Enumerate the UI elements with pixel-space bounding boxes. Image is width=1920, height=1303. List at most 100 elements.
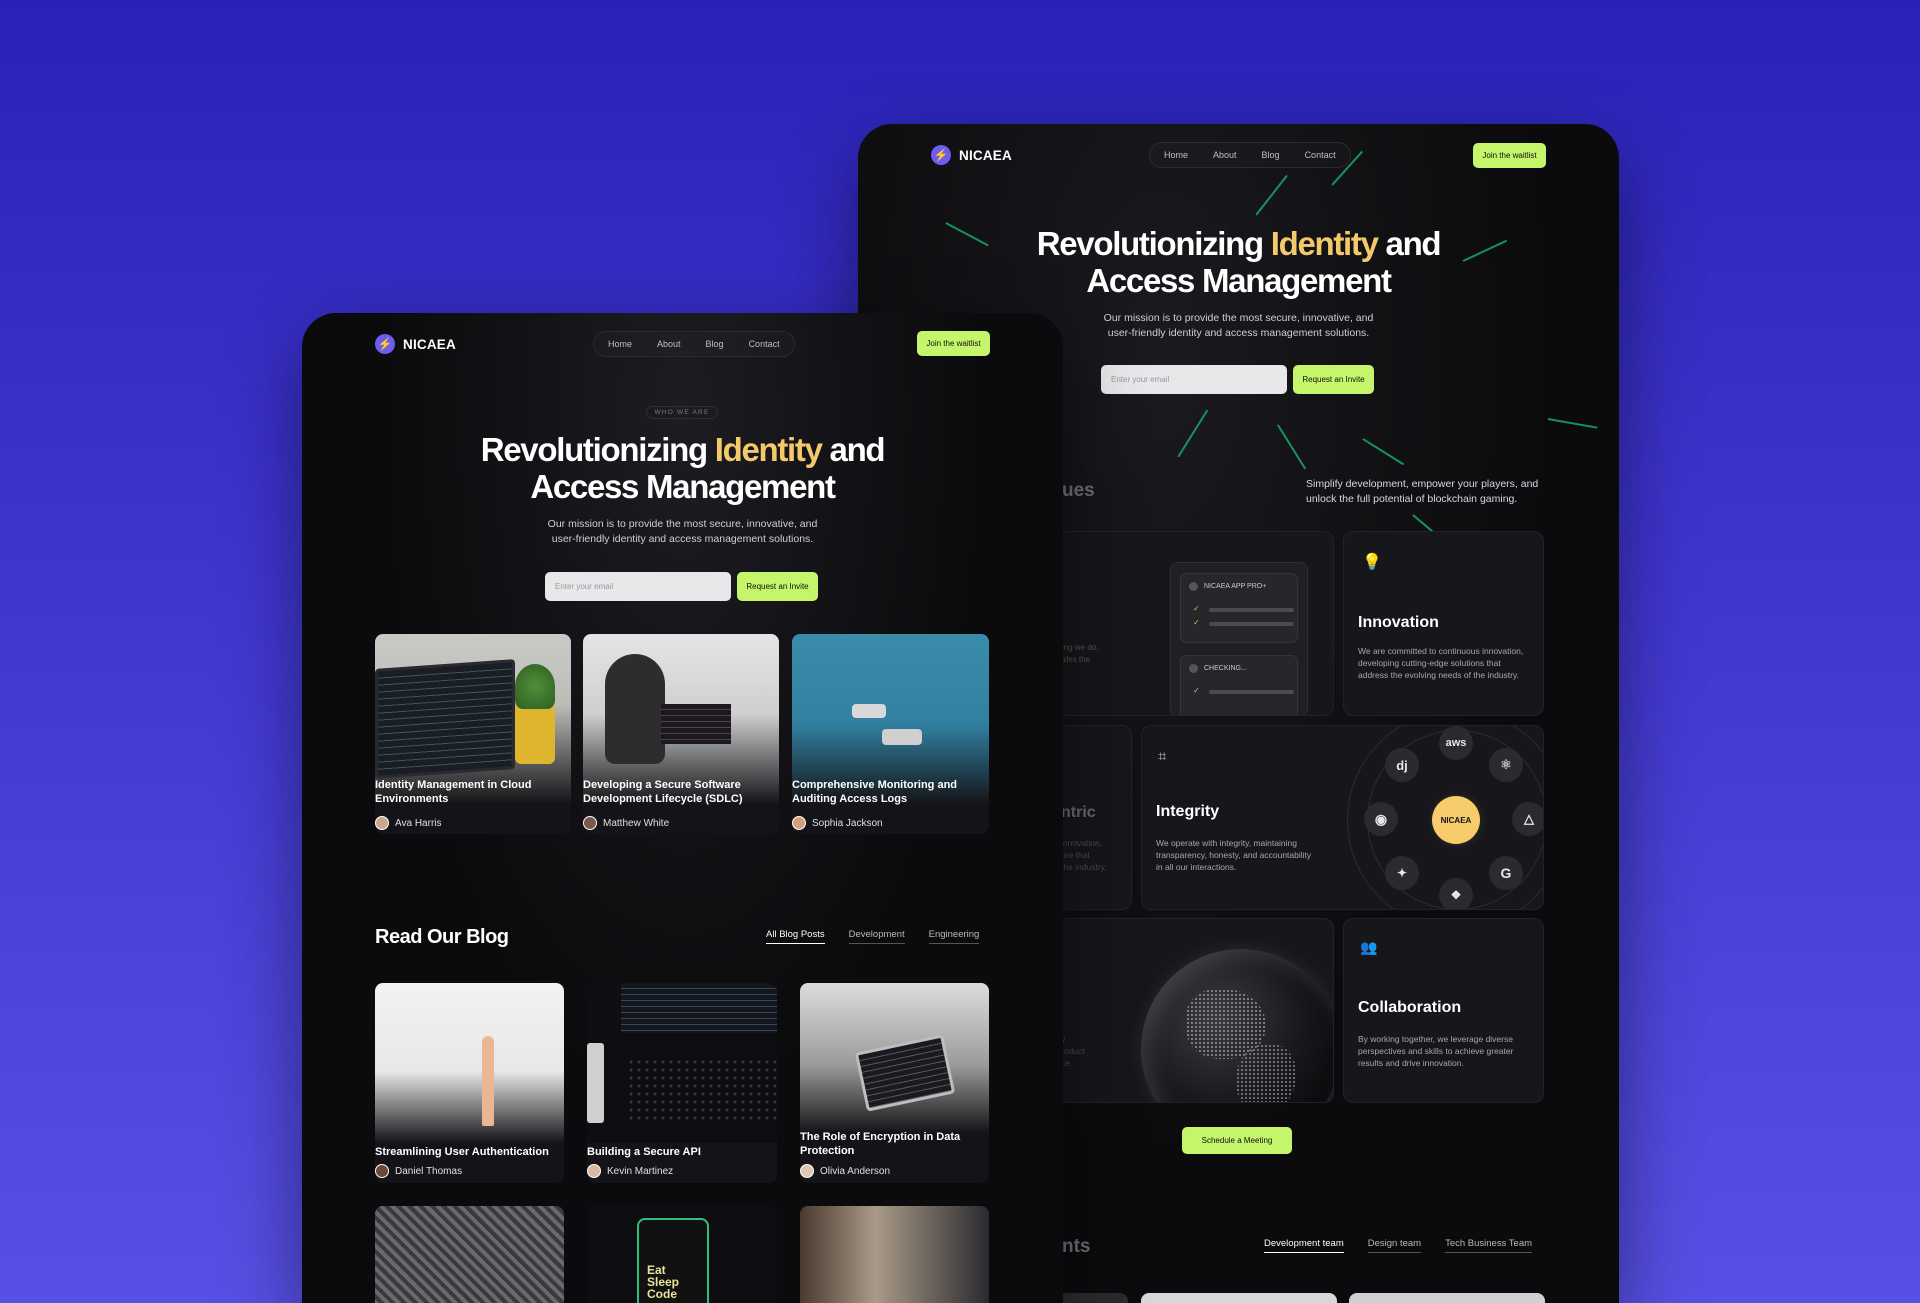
- post-title: Streamlining User Authentication: [375, 1146, 549, 1158]
- figma-icon: ❖: [1439, 878, 1473, 909]
- nav-home[interactable]: Home: [608, 339, 632, 349]
- checklist-block: CHECKING... ✓: [1180, 655, 1298, 715]
- post-author: Olivia Anderson: [800, 1164, 890, 1178]
- blog-heading: Read Our Blog: [375, 926, 509, 948]
- featured-post-card[interactable]: Comprehensive Monitoring and Auditing Acc…: [792, 634, 989, 834]
- partial-card-text: ing we do, ides the: [1062, 643, 1099, 664]
- email-input[interactable]: Enter your email: [1101, 365, 1287, 394]
- camera-image: [882, 729, 922, 745]
- nav-home[interactable]: Home: [1164, 150, 1188, 160]
- decor-ray: [1277, 424, 1307, 470]
- team-heading: nts: [1062, 1236, 1091, 1257]
- nav-about[interactable]: About: [1213, 150, 1237, 160]
- code-screen-image: [621, 983, 777, 1033]
- avatar: [375, 816, 389, 830]
- join-waitlist-button[interactable]: Join the waitlist: [1473, 143, 1546, 168]
- bolt-icon: ⚡: [375, 334, 395, 354]
- innovation-title: Innovation: [1358, 614, 1439, 631]
- request-invite-button[interactable]: Request an Invite: [1293, 365, 1374, 394]
- brand-logo[interactable]: ⚡ NICAEA: [931, 145, 1012, 165]
- tab-all-blog-posts[interactable]: All Blog Posts: [766, 929, 825, 944]
- post-author: Ava Harris: [375, 816, 442, 830]
- post-title: Building a Secure API: [587, 1146, 701, 1158]
- blog-post-card[interactable]: Streamlining User Authentication Daniel …: [375, 983, 564, 1183]
- collaboration-text: By working together, we leverage diverse…: [1358, 1034, 1514, 1068]
- google-icon: G: [1489, 856, 1523, 890]
- camera-image: [852, 704, 886, 718]
- blog-post-card[interactable]: [375, 1206, 564, 1303]
- python-icon: ✦: [1385, 856, 1419, 890]
- post-title: The Role of Encryption in Data Protection: [800, 1131, 961, 1157]
- avatar: [587, 1164, 601, 1178]
- users-icon: 👥: [1360, 939, 1378, 955]
- globe-card: y roduct ce.: [1058, 918, 1334, 1103]
- nav-blog[interactable]: Blog: [706, 339, 724, 349]
- tab-tech-business-team[interactable]: Tech Business Team: [1445, 1238, 1533, 1253]
- react-icon: ⚛: [1489, 748, 1523, 782]
- innovation-text: We are committed to continuous innovatio…: [1358, 646, 1524, 680]
- partial-value-card: ntric innovation, ure that the industry.: [1058, 725, 1132, 910]
- decor-ray: [1177, 409, 1208, 458]
- globe-graphic: [1141, 949, 1333, 1102]
- join-waitlist-button[interactable]: Join the waitlist: [917, 331, 990, 356]
- check-icon: ✓: [1193, 604, 1200, 613]
- nav-about[interactable]: About: [657, 339, 681, 349]
- plant-image: [515, 664, 555, 709]
- brand-logo[interactable]: ⚡ NICAEA: [375, 334, 456, 354]
- django-icon: dj: [1385, 748, 1419, 782]
- team-card: [1141, 1293, 1337, 1303]
- phone-image: [587, 1043, 604, 1123]
- hero-subtitle: Our mission is to provide the most secur…: [547, 518, 818, 545]
- nav-contact[interactable]: Contact: [749, 339, 780, 349]
- checklist-panel: NICAEA APP PRO+ ✓ ✓ CHECKING... ✓: [1170, 562, 1308, 715]
- phone-screen-text: Eat Sleep Code: [647, 1263, 680, 1301]
- email-input[interactable]: Enter your email: [545, 572, 731, 601]
- decor-ray: [1362, 438, 1405, 465]
- post-title: Comprehensive Monitoring and Auditing Acc…: [792, 779, 958, 805]
- avatar: [583, 816, 597, 830]
- scan-icon: ⌗: [1158, 748, 1167, 765]
- decor-ray: [1547, 418, 1598, 429]
- main-nav: Home About Blog Contact: [593, 331, 795, 357]
- nav-contact[interactable]: Contact: [1305, 150, 1336, 160]
- blog-post-card[interactable]: [800, 1206, 989, 1303]
- schedule-meeting-button[interactable]: Schedule a Meeting: [1182, 1127, 1292, 1154]
- hero-title: Revolutionizing Identity and Access Mana…: [480, 431, 886, 505]
- avatar: [800, 1164, 814, 1178]
- finger-image: [482, 1036, 494, 1126]
- team-card: [1349, 1293, 1545, 1303]
- blog-post-card[interactable]: Eat Sleep Code: [587, 1206, 777, 1303]
- integrity-title: Integrity: [1156, 803, 1220, 820]
- blog-post-card[interactable]: Building a Secure API Kevin Martinez: [587, 983, 777, 1183]
- integrity-card: ⌗ Integrity We operate with integrity, m…: [1141, 725, 1544, 910]
- collaboration-card: 👥 Collaboration By working together, we …: [1343, 918, 1544, 1103]
- landing-page-preview-front: ⚡ NICAEA Home About Blog Contact Join th…: [302, 313, 1063, 1303]
- nav-blog[interactable]: Blog: [1262, 150, 1280, 160]
- tab-engineering[interactable]: Engineering: [928, 929, 980, 944]
- avatar: [375, 1164, 389, 1178]
- bolt-icon: ⚡: [931, 145, 951, 165]
- featured-post-card[interactable]: Developing a Secure Software Development …: [583, 634, 779, 834]
- avatar: [792, 816, 806, 830]
- blog-tabs: All Blog Posts Development Engineering: [766, 929, 980, 944]
- request-invite-button[interactable]: Request an Invite: [737, 572, 818, 601]
- values-heading: ues: [1062, 480, 1095, 501]
- blog-post-card[interactable]: The Role of Encryption in Data Protection…: [800, 983, 989, 1183]
- integrity-text: We operate with integrity, maintaining tr…: [1156, 838, 1312, 872]
- github-icon: ◉: [1364, 802, 1398, 836]
- tab-development-team[interactable]: Development team: [1264, 1238, 1344, 1253]
- progress-line: [1209, 622, 1294, 626]
- progress-line: [1209, 608, 1294, 612]
- checklist-card: ing we do, ides the NICAEA APP PRO+ ✓ ✓ C…: [1058, 531, 1334, 716]
- post-author: Sophia Jackson: [792, 816, 883, 830]
- tab-design-team[interactable]: Design team: [1367, 1238, 1422, 1253]
- tab-development[interactable]: Development: [848, 929, 905, 944]
- team-card: [1058, 1293, 1128, 1303]
- monitor-image: [661, 704, 731, 744]
- post-image: [375, 983, 564, 1143]
- hero-title: Revolutionizing Identity and Access Mana…: [1036, 225, 1442, 299]
- person-image: [605, 654, 665, 764]
- featured-post-card[interactable]: Identity Management in Cloud Environments…: [375, 634, 571, 834]
- post-title: Identity Management in Cloud Environments: [375, 779, 532, 805]
- plant-pot-image: [515, 704, 555, 764]
